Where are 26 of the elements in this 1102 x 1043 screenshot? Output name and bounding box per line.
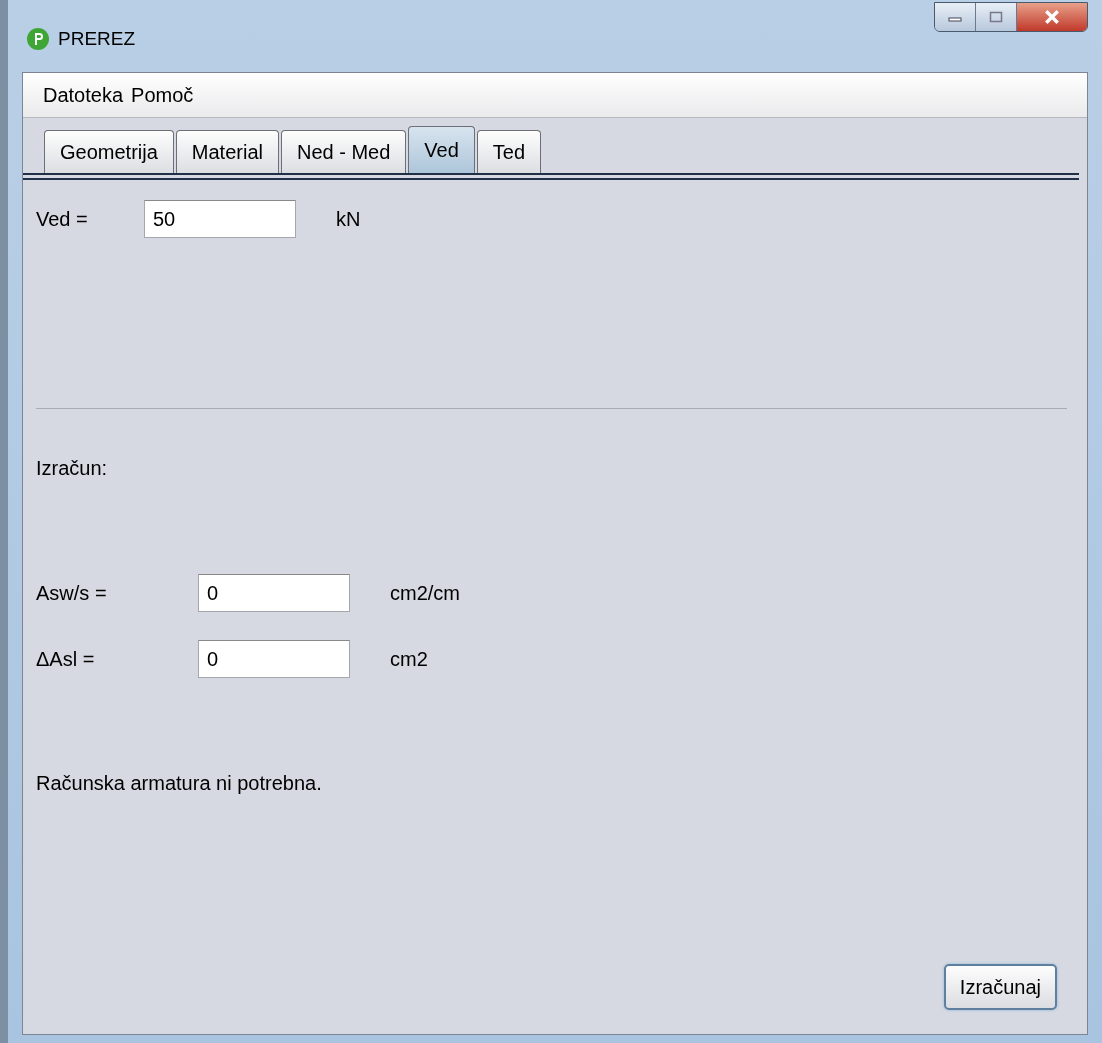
output-field[interactable]: 0 bbox=[198, 574, 350, 612]
unit-label: kN bbox=[336, 207, 361, 231]
tab[interactable]: Ned - Med bbox=[280, 130, 407, 173]
maximize-icon bbox=[989, 11, 1003, 23]
calculate-button[interactable]: Izračunaj bbox=[943, 964, 1057, 1010]
field-label: ΔAsl = bbox=[36, 647, 96, 671]
minimize-button[interactable] bbox=[935, 3, 976, 31]
unit-label: cm2/cm bbox=[390, 581, 460, 605]
tab[interactable]: Material bbox=[175, 130, 279, 173]
maximize-button[interactable] bbox=[976, 3, 1017, 31]
app-logo-icon bbox=[26, 27, 50, 51]
menu-item[interactable]: Datoteka bbox=[43, 83, 124, 107]
tab[interactable]: Ted bbox=[476, 130, 542, 173]
close-icon bbox=[1044, 10, 1060, 24]
field-label: Asw/s = bbox=[36, 581, 108, 605]
field-label: Ved = bbox=[36, 207, 89, 231]
close-button[interactable] bbox=[1017, 3, 1087, 31]
menu-item[interactable]: Pomoč bbox=[131, 83, 194, 107]
section-title: Izračun: bbox=[36, 457, 108, 480]
tab[interactable]: Ved bbox=[408, 126, 475, 173]
input-field[interactable]: 50 bbox=[144, 200, 296, 238]
output-field[interactable]: 0 bbox=[198, 640, 350, 678]
unit-label: cm2 bbox=[390, 647, 428, 671]
tab[interactable]: Geometrija bbox=[44, 130, 174, 173]
result-message: Računska armatura ni potrebna. bbox=[36, 772, 322, 795]
window-title: PREREZ bbox=[58, 28, 136, 50]
